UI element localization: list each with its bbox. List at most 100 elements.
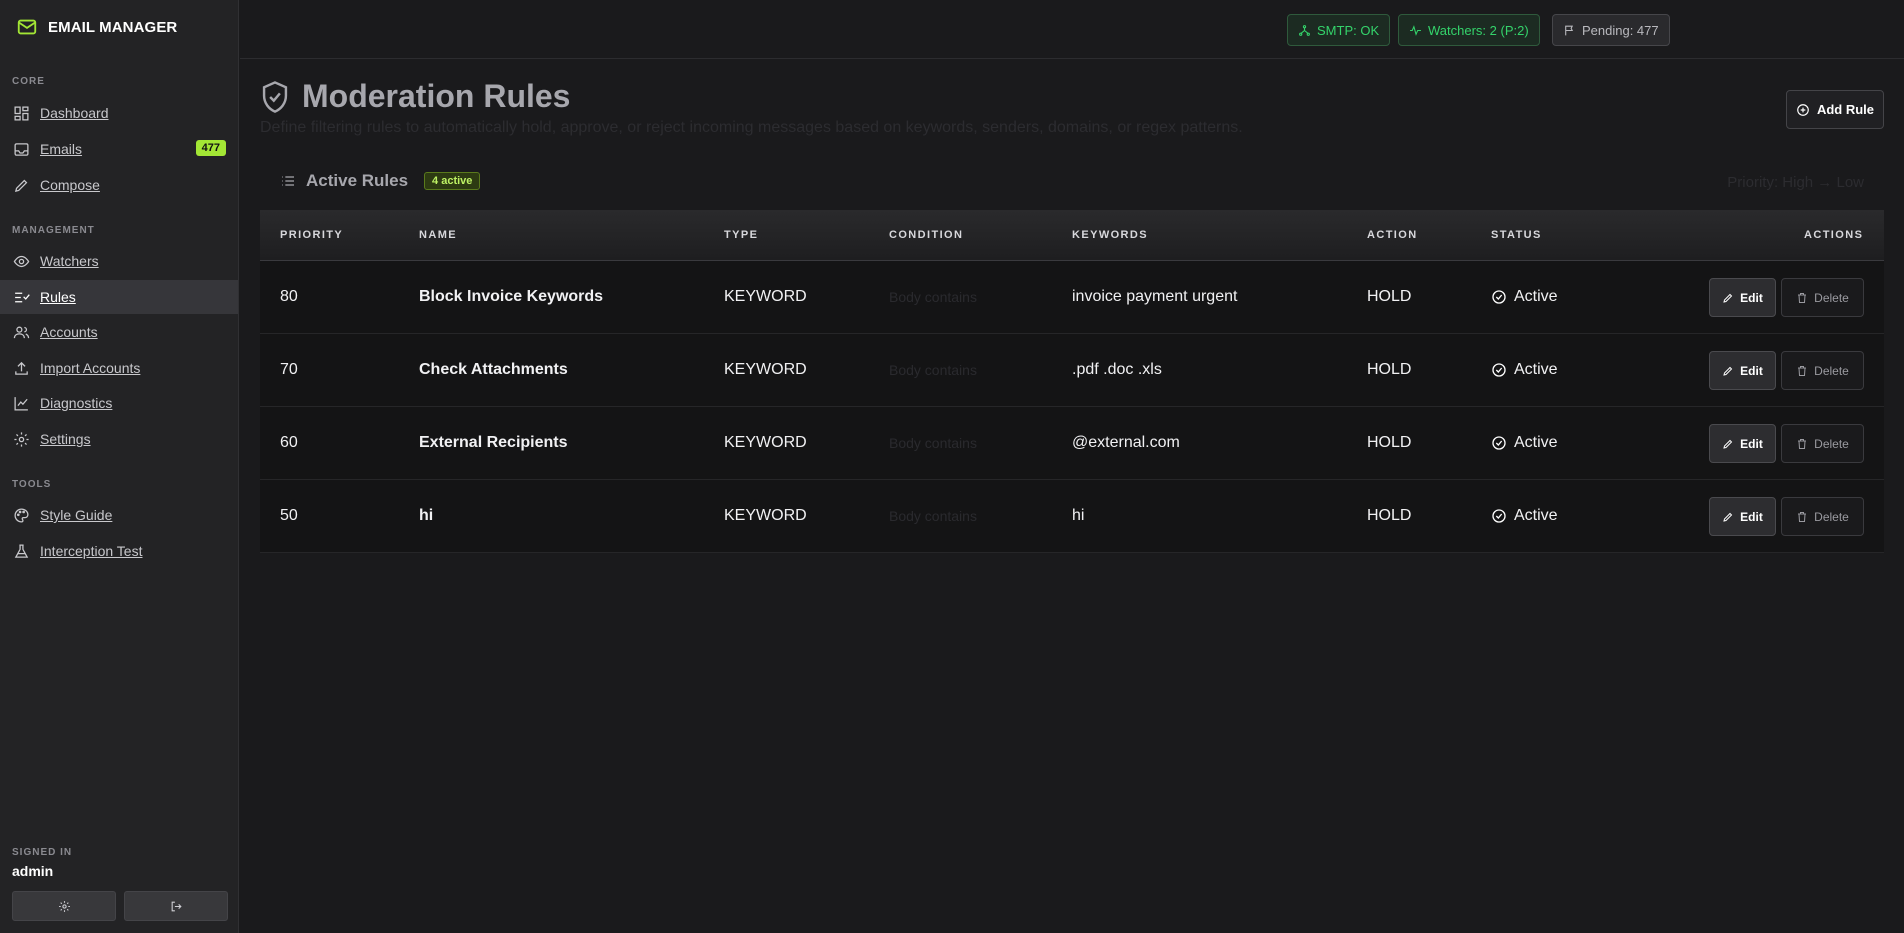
edit-label: Edit xyxy=(1740,436,1763,451)
pencil-icon xyxy=(1723,293,1733,303)
sidebar-item-emails[interactable]: Emails 477 xyxy=(0,132,238,166)
trash-icon xyxy=(1798,365,1807,376)
sidebar-item-rules[interactable]: Rules xyxy=(0,280,238,314)
column-header-action[interactable]: ACTION xyxy=(1367,229,1418,241)
priority-hint: Priority: High → Low xyxy=(1727,174,1864,191)
add-rule-button[interactable]: Add Rule xyxy=(1786,90,1884,129)
section-label-tools: TOOLS xyxy=(12,479,52,490)
sidebar-item-accounts[interactable]: Accounts xyxy=(0,315,238,349)
pencil-icon xyxy=(1723,439,1733,449)
column-header-priority[interactable]: PRIORITY xyxy=(280,229,343,241)
watchers-status-pill[interactable]: Watchers: 2 (P:2) xyxy=(1398,14,1540,46)
section-label-management: MANAGEMENT xyxy=(12,225,95,236)
sidebar-item-interception-test[interactable]: Interception Test xyxy=(0,534,238,568)
user-settings-button[interactable] xyxy=(12,891,116,921)
rule-keywords: hi xyxy=(1072,507,1085,524)
column-header-actions: ACTIONS xyxy=(1804,229,1864,241)
delete-button[interactable]: Delete xyxy=(1781,278,1864,317)
rule-name: hi xyxy=(419,507,434,524)
column-header-keywords[interactable]: KEYWORDS xyxy=(1072,229,1148,241)
rule-name: External Recipients xyxy=(419,434,568,451)
sidebar-item-compose[interactable]: Compose xyxy=(0,168,238,202)
rule-name: Check Attachments xyxy=(419,361,568,378)
edit-button[interactable]: Edit xyxy=(1709,497,1776,536)
emails-count-badge: 477 xyxy=(195,140,226,156)
rule-keywords: invoice payment urgent xyxy=(1072,288,1238,305)
column-header-name[interactable]: NAME xyxy=(419,229,457,241)
active-rules-title: Active Rules xyxy=(306,171,409,190)
logout-button[interactable] xyxy=(124,891,228,921)
edit-button[interactable]: Edit xyxy=(1709,278,1776,317)
rule-status-text: Active xyxy=(1514,361,1558,378)
smtp-status-pill[interactable]: SMTP: OK xyxy=(1287,14,1391,46)
column-header-status[interactable]: STATUS xyxy=(1491,229,1542,241)
delete-button[interactable]: Delete xyxy=(1781,497,1864,536)
sidebar-item-dashboard[interactable]: Dashboard xyxy=(0,96,238,130)
rule-condition: Body contains xyxy=(889,435,977,451)
delete-button[interactable]: Delete xyxy=(1781,351,1864,390)
rule-action: HOLD xyxy=(1367,434,1412,451)
smtp-status-text: SMTP: OK xyxy=(1317,22,1380,38)
list-check-icon xyxy=(15,292,30,302)
check-circle-icon xyxy=(1492,363,1506,377)
table-header: PRIORITY NAME TYPE CONDITION KEYWORDS AC… xyxy=(260,210,1884,261)
sidebar-item-import-accounts[interactable]: Import Accounts xyxy=(0,351,238,385)
sidebar-item-label: Import Accounts xyxy=(40,360,141,376)
gear-icon xyxy=(14,431,29,447)
rule-condition: Body contains xyxy=(889,362,977,378)
rule-condition: Body contains xyxy=(889,508,977,524)
palette-icon xyxy=(14,507,29,523)
sidebar-item-style-guide[interactable]: Style Guide xyxy=(0,498,238,532)
activity-icon xyxy=(1410,24,1421,36)
flag-icon xyxy=(1565,25,1574,35)
check-circle-icon xyxy=(1492,436,1506,450)
trash-icon xyxy=(1798,292,1807,303)
signed-in-user: admin xyxy=(12,863,54,879)
network-icon xyxy=(1299,24,1310,36)
section-label-core: CORE xyxy=(12,76,45,87)
sidebar-item-diagnostics[interactable]: Diagnostics xyxy=(0,386,238,420)
table-row[interactable]: 60 External Recipients KEYWORD Body cont… xyxy=(260,407,1884,480)
active-count-badge: 4 active xyxy=(424,172,481,190)
logout-icon xyxy=(171,901,182,911)
users-icon xyxy=(13,326,30,338)
sidebar-item-watchers[interactable]: Watchers xyxy=(0,244,238,278)
add-rule-label: Add Rule xyxy=(1816,102,1875,117)
delete-button[interactable]: Delete xyxy=(1781,424,1864,463)
rule-action: HOLD xyxy=(1367,361,1412,378)
rule-status-text: Active xyxy=(1514,288,1558,305)
rule-status-text: Active xyxy=(1514,507,1558,524)
list-icon xyxy=(282,176,294,186)
delete-label: Delete xyxy=(1814,509,1849,524)
rule-type: KEYWORD xyxy=(724,434,807,451)
topbar: SMTP: OK Watchers: 2 (P:2) Pending: 477 xyxy=(240,0,1904,59)
rule-priority: 70 xyxy=(280,361,298,378)
rule-condition: Body contains xyxy=(889,289,977,305)
pencil-icon xyxy=(1723,366,1733,376)
inbox-icon xyxy=(14,142,29,156)
brand[interactable]: EMAIL MANAGER xyxy=(16,16,177,38)
column-header-type[interactable]: TYPE xyxy=(724,229,758,241)
eye-icon xyxy=(13,255,30,267)
rule-type: KEYWORD xyxy=(724,361,807,378)
rule-status-text: Active xyxy=(1514,434,1558,451)
table-row[interactable]: 80 Block Invoice Keywords KEYWORD Body c… xyxy=(260,261,1884,334)
pending-status-pill[interactable]: Pending: 477 xyxy=(1552,14,1670,46)
rule-priority: 50 xyxy=(280,507,298,524)
table-row[interactable]: 50 hi KEYWORD Body contains hi HOLD Acti… xyxy=(260,480,1884,553)
column-header-condition[interactable]: CONDITION xyxy=(889,229,963,241)
dashboard-icon xyxy=(14,105,29,121)
sidebar-item-label: Dashboard xyxy=(40,105,109,121)
edit-button[interactable]: Edit xyxy=(1709,351,1776,390)
pencil-icon xyxy=(1723,512,1733,522)
sidebar-item-settings[interactable]: Settings xyxy=(0,422,238,456)
edit-label: Edit xyxy=(1740,509,1763,524)
edit-button[interactable]: Edit xyxy=(1709,424,1776,463)
upload-icon xyxy=(15,361,28,375)
table-row[interactable]: 70 Check Attachments KEYWORD Body contai… xyxy=(260,334,1884,407)
sidebar-item-label: Emails xyxy=(40,141,83,157)
rule-type: KEYWORD xyxy=(724,288,807,305)
rule-status: Active xyxy=(1491,288,1558,306)
sidebar-item-label: Diagnostics xyxy=(40,395,113,411)
chart-icon xyxy=(14,396,28,411)
